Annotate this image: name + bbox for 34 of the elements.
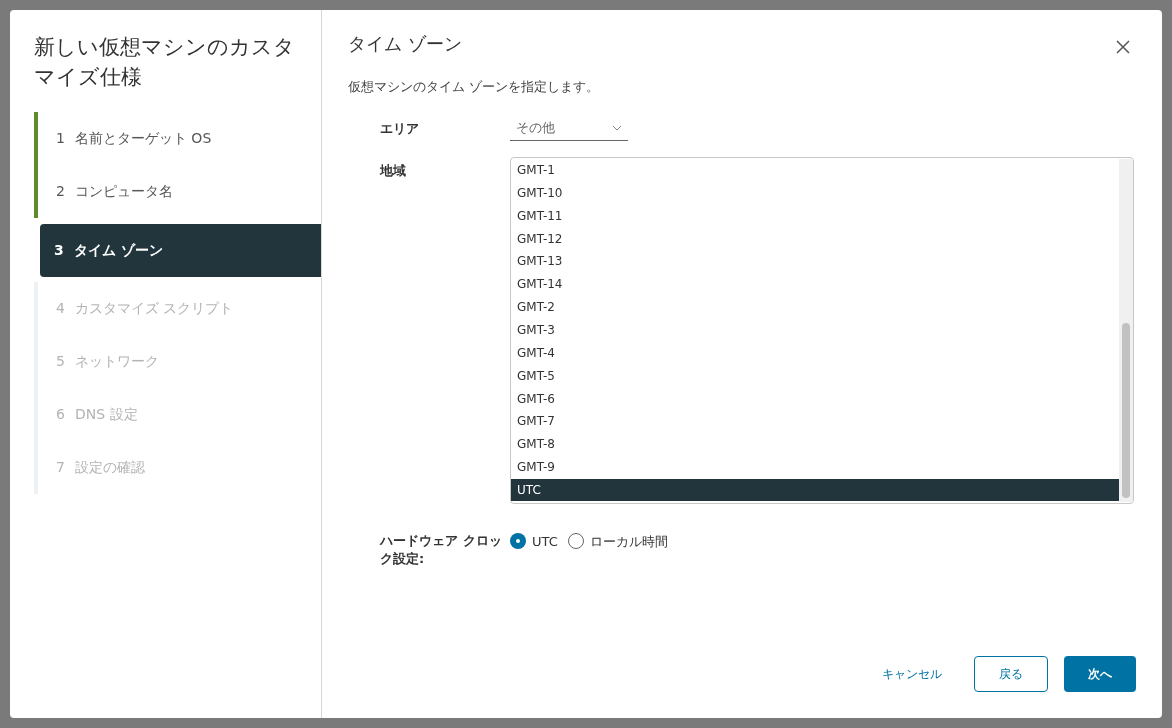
chevron-down-icon	[612, 125, 622, 131]
wizard-step[interactable]: 3 タイム ゾーン	[40, 223, 321, 277]
close-icon[interactable]	[1116, 40, 1130, 54]
region-option[interactable]: GMT-9	[511, 455, 1119, 479]
region-listbox[interactable]: GMT-1 GMT-10 GMT-11 GMT-12 GMT-13 GMT-14 GMT-2 GMT-3 GMT-4 GMT-5 GMT-6 GMT-7 GMT-8 GMT-9 UTC	[510, 156, 1134, 504]
region-option[interactable]: GMT-10	[511, 181, 1119, 205]
region-option[interactable]: UTC	[511, 478, 1119, 502]
region-option[interactable]: GMT-6	[511, 387, 1119, 410]
area-label: エリア	[380, 119, 420, 138]
region-option[interactable]: GMT-12	[511, 227, 1119, 250]
clock-label: ハードウェア クロック設定:	[380, 531, 503, 568]
wizard-step[interactable]: 1 名前とターゲット OS	[34, 112, 321, 165]
page-description: 仮想マシンのタイム ゾーンを指定します。	[348, 78, 601, 96]
region-option[interactable]: GMT-2	[511, 295, 1119, 319]
region-option[interactable]: GMT-3	[511, 318, 1119, 342]
page-title: タイム ゾーン	[348, 32, 462, 56]
wizard-title: 新しい仮想マシンのカスタマイズ仕様	[33, 34, 296, 91]
region-option[interactable]: GMT-7	[511, 409, 1119, 433]
region-option[interactable]: GMT-4	[511, 341, 1119, 365]
radio-option[interactable]: UTC	[510, 531, 558, 551]
dialog-button[interactable]: キャンセル	[866, 656, 958, 692]
dialog-button[interactable]: 次へ	[1064, 656, 1136, 692]
region-option[interactable]: GMT-13	[511, 249, 1119, 273]
radio-option[interactable]: ローカル時間	[567, 531, 668, 551]
wizard-step[interactable]: 2 コンピュータ名	[34, 165, 321, 218]
region-label: 地域	[380, 161, 407, 180]
region-option[interactable]: GMT-1	[511, 158, 1119, 182]
area-dropdown[interactable]: その他	[510, 116, 628, 141]
dialog-button[interactable]: 戻る	[974, 656, 1048, 692]
region-option[interactable]: GMT-11	[511, 204, 1119, 228]
scrollbar[interactable]	[1119, 158, 1133, 502]
region-option[interactable]: GMT-8	[511, 432, 1119, 456]
region-option[interactable]: GMT-5	[511, 364, 1119, 388]
region-option[interactable]: GMT-14	[511, 272, 1119, 296]
